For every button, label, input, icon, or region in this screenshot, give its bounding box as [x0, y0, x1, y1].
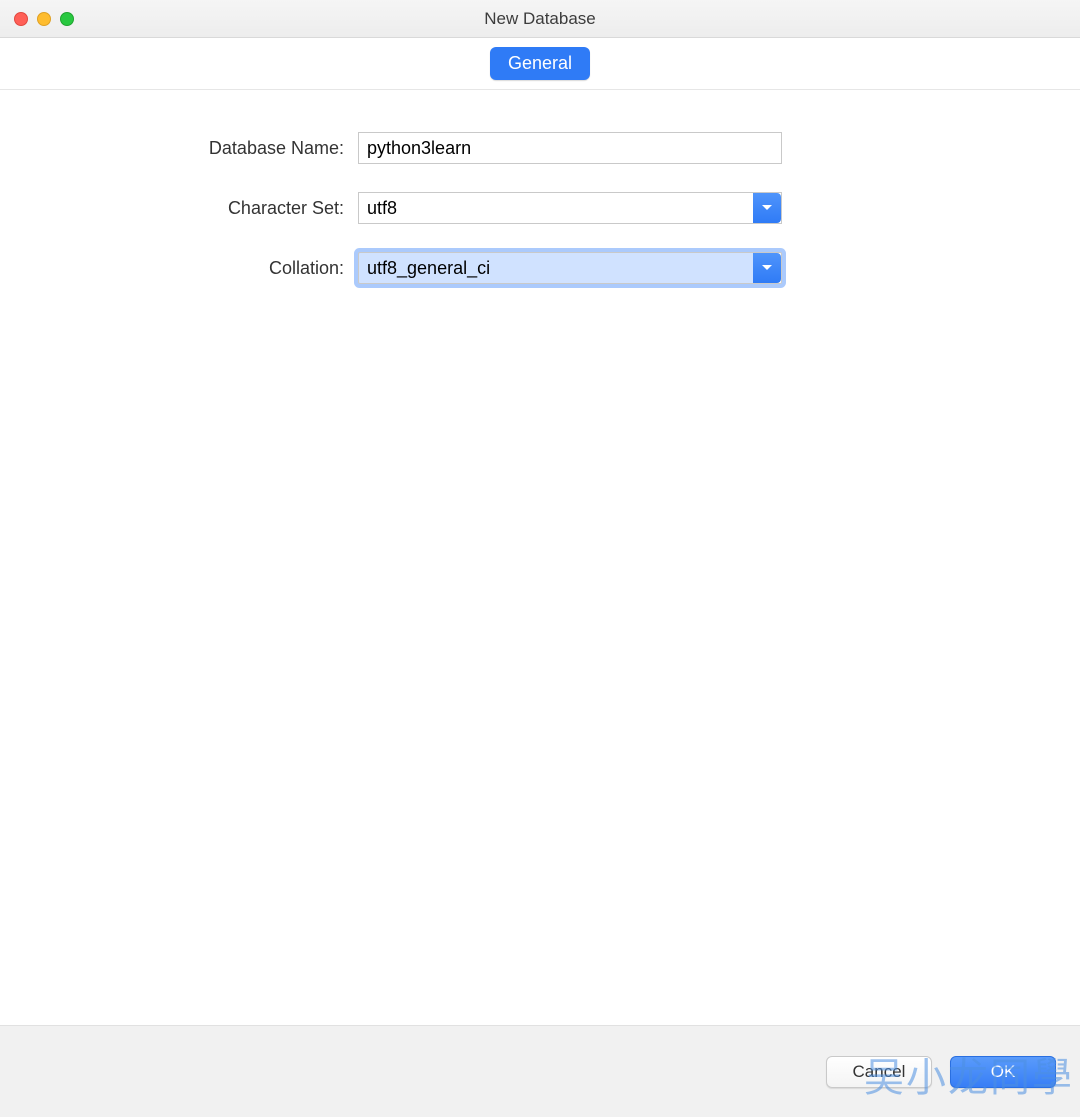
window-title: New Database [0, 9, 1080, 29]
tab-general[interactable]: General [490, 47, 590, 80]
maximize-icon[interactable] [60, 12, 74, 26]
character-set-input[interactable] [359, 193, 753, 223]
collation-input[interactable] [359, 253, 753, 283]
row-collation: Collation: [0, 252, 1080, 284]
label-database-name: Database Name: [0, 138, 358, 159]
close-icon[interactable] [14, 12, 28, 26]
footer: Cancel OK [0, 1025, 1080, 1117]
window-controls [14, 12, 74, 26]
chevron-down-icon[interactable] [753, 253, 781, 283]
row-database-name: Database Name: [0, 132, 1080, 164]
label-collation: Collation: [0, 258, 358, 279]
database-name-input[interactable] [358, 132, 782, 164]
label-character-set: Character Set: [0, 198, 358, 219]
form-area: Database Name: Character Set: Collation: [0, 90, 1080, 284]
row-character-set: Character Set: [0, 192, 1080, 224]
minimize-icon[interactable] [37, 12, 51, 26]
character-set-combo[interactable] [358, 192, 782, 224]
tab-bar: General [0, 38, 1080, 90]
ok-button[interactable]: OK [950, 1056, 1056, 1088]
chevron-down-icon[interactable] [753, 193, 781, 223]
titlebar: New Database [0, 0, 1080, 38]
cancel-button[interactable]: Cancel [826, 1056, 932, 1088]
collation-combo[interactable] [358, 252, 782, 284]
